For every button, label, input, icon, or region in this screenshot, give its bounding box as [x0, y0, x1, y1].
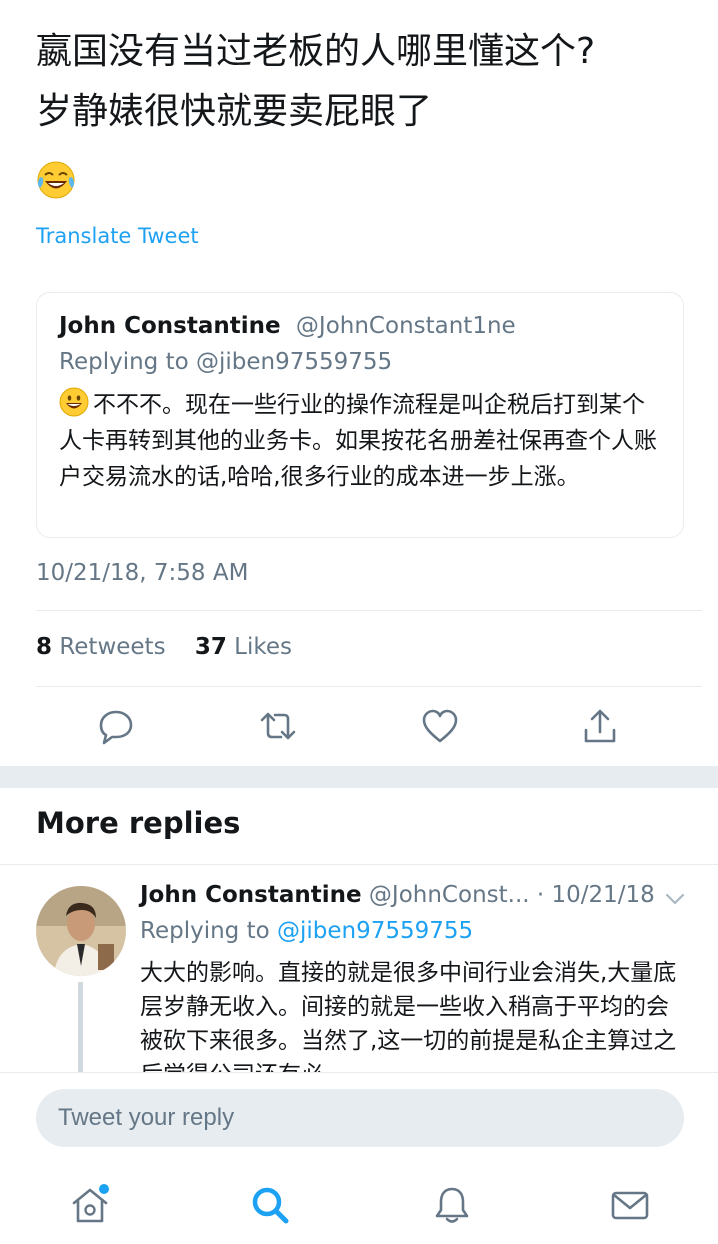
- replying-to-handle-link[interactable]: @jiben97559755: [277, 918, 473, 944]
- reply-author: John Constantine @JohnConst... · 10/21/1…: [140, 882, 655, 908]
- likes-label: Likes: [234, 634, 292, 660]
- likes-stat[interactable]: 37 Likes: [195, 634, 292, 660]
- share-icon[interactable]: [580, 706, 620, 746]
- bottom-panel: [0, 1072, 718, 1244]
- retweet-icon[interactable]: [258, 706, 298, 746]
- reply-body: 大大的影响。直接的就是很多中间行业会消失,大量底层岁静无收入。间接的就是一些收入…: [140, 960, 677, 1074]
- thread-line: [78, 982, 83, 1074]
- quoted-tweet-replying-to: Replying to @jiben97559755: [59, 349, 393, 375]
- like-icon[interactable]: [420, 706, 460, 746]
- reply-handle-date: @JohnConst... · 10/21/18: [368, 882, 655, 908]
- messages-icon[interactable]: [608, 1183, 652, 1227]
- reply-name: John Constantine: [140, 882, 362, 908]
- reply-tweet[interactable]: John Constantine @JohnConst... · 10/21/1…: [0, 866, 718, 1074]
- reply-icon[interactable]: [96, 706, 136, 746]
- tweet-timestamp: 10/21/18, 7:58 AM: [36, 560, 249, 586]
- retweets-label: Retweets: [59, 634, 166, 660]
- likes-count: 37: [194, 634, 227, 660]
- retweets-count: 8: [36, 634, 53, 660]
- reply-replying-to: Replying to @jiben97559755: [140, 918, 473, 944]
- more-replies-heading: More replies: [36, 806, 241, 840]
- quoted-tweet-author: John Constantine @JohnConstant1ne: [59, 313, 516, 339]
- section-separator: [0, 766, 718, 788]
- quoted-tweet-card[interactable]: John Constantine @JohnConstant1ne Replyi…: [36, 292, 684, 538]
- face-with-tears-of-joy-icon: [37, 161, 75, 199]
- search-icon[interactable]: [248, 1183, 292, 1227]
- avatar[interactable]: [36, 886, 126, 976]
- tweet-stats: 8 Retweets 37 Likes: [36, 634, 292, 660]
- quoted-tweet-handle: @JohnConstant1ne: [295, 313, 516, 339]
- replying-to-prefix: Replying to: [140, 918, 270, 944]
- translate-tweet-link[interactable]: Translate Tweet: [36, 224, 199, 248]
- grinning-face-icon: [59, 387, 89, 417]
- divider: [36, 686, 702, 687]
- tweet-text-line-2: 岁静婊很快就要卖屁眼了: [36, 91, 433, 132]
- divider: [0, 864, 718, 865]
- retweets-stat[interactable]: 8 Retweets: [36, 634, 166, 660]
- quoted-tweet-name: John Constantine: [59, 313, 281, 339]
- tweet-text-line-1: 嬴国没有当过老板的人哪里懂这个?: [36, 31, 596, 72]
- reply-input[interactable]: [36, 1089, 684, 1147]
- quoted-tweet-body: 不不不。现在一些行业的操作流程是叫企税后打到某个人卡再转到其他的业务卡。如果按花…: [59, 387, 659, 495]
- divider: [36, 610, 702, 611]
- chevron-down-icon[interactable]: [664, 892, 686, 906]
- home-icon[interactable]: [68, 1183, 112, 1227]
- tweet-text: 嬴国没有当过老板的人哪里懂这个? 岁静婊很快就要卖屁眼了: [36, 22, 686, 142]
- quoted-tweet-body-text: 不不不。现在一些行业的操作流程是叫企税后打到某个人卡再转到其他的业务卡。如果按花…: [59, 392, 657, 490]
- notifications-icon[interactable]: [430, 1183, 474, 1227]
